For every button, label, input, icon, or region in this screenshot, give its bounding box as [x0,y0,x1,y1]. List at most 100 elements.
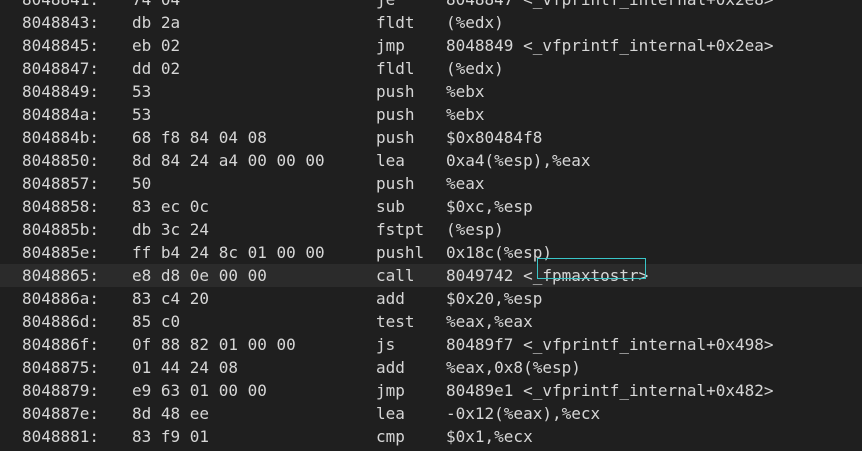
mnemonic: call [376,266,415,285]
instruction-line[interactable]: 804886f: 0f 88 82 01 00 00 js 80489f7 <_vfp… [0,333,862,356]
opcode-bytes: 0f 88 82 01 00 00 [132,335,296,354]
opcode-bytes: 01 44 24 08 [132,358,238,377]
mnemonic: lea [376,404,405,423]
operands: 0x18c(%esp) [446,243,552,262]
instruction-line[interactable]: 804886a: 83 c4 20 add $0x20,%esp [0,287,862,310]
mnemonic: push [376,174,415,193]
instruction-line[interactable]: 804885e: ff b4 24 8c 01 00 00 pushl 0x18c(%… [0,241,862,264]
operands: %ebx [446,82,485,101]
mnemonic: fstpt [376,220,425,239]
operands: $0x1,%ecx [446,427,533,446]
opcode-bytes: 68 f8 84 04 08 [132,128,267,147]
mnemonic: js [376,335,396,354]
mnemonic: sub [376,197,405,216]
instruction-line[interactable]: 8048857: 50 push %eax [0,172,862,195]
mnemonic: je [376,0,395,11]
instruction-line[interactable]: 8048841: 74 04 je 8048847 <_vfprintf_intern… [0,0,862,11]
address: 804884b: [22,128,100,147]
instruction-line[interactable]: 8048845: eb 02 jmp 8048849 <_vfprintf_inter… [0,34,862,57]
operands: %eax [446,174,485,193]
opcode-bytes: 53 [132,82,152,101]
mnemonic: push [376,128,415,147]
opcode-bytes: e9 63 01 00 00 [132,381,267,400]
operands: (%edx) [446,59,504,78]
opcode-bytes: dd 02 [132,59,181,78]
address: 8048843: [22,13,100,32]
instruction-line[interactable]: 804884a: 53 push %ebx [0,103,862,126]
address: 8048875: [22,358,100,377]
operands: (%edx) [446,13,504,32]
mnemonic: jmp [376,381,405,400]
address: 8048849: [22,82,100,101]
operands: 8048849 <_vfprintf_internal+0x2ea> [446,36,774,55]
opcode-bytes: 8d 48 ee [132,404,210,423]
address: 804886a: [22,289,100,308]
address: 804887e: [22,404,100,423]
opcode-bytes: ff b4 24 8c 01 00 00 [132,243,325,262]
operands: %eax,%eax [446,312,533,331]
opcode-bytes: 83 c4 20 [132,289,210,308]
opcode-bytes: 53 [132,105,152,124]
instruction-line[interactable]: 804887e: 8d 48 ee lea -0x12(%eax),%ecx [0,402,862,425]
mnemonic: fldt [376,13,415,32]
mnemonic: pushl [376,243,425,262]
opcode-bytes: 83 ec 0c [132,197,210,216]
opcode-bytes: 83 f9 01 [132,427,210,446]
address: 8048845: [22,36,100,55]
operands: $0x80484f8 [446,128,543,147]
instruction-line[interactable]: 8048879: e9 63 01 00 00 jmp 80489e1 <_vfpri… [0,379,862,402]
opcode-bytes: eb 02 [132,36,181,55]
instruction-line[interactable]: 804884b: 68 f8 84 04 08 push $0x80484f8 [0,126,862,149]
mnemonic: test [376,312,415,331]
operands: $0xc,%esp [446,197,533,216]
mnemonic: add [376,289,405,308]
operands: 8049742 <_fpmaxtostr> [446,266,649,285]
address: 804885b: [22,220,100,239]
instruction-line[interactable]: 8048875: 01 44 24 08 add %eax,0x8(%esp) [0,356,862,379]
mnemonic: push [376,82,415,101]
current-instruction-line[interactable]: 8048865: e8 d8 0e 00 00 call 8049742 <_fpma… [0,264,862,287]
address: 8048858: [22,197,100,216]
instruction-line[interactable]: 8048849: 53 push %ebx [0,80,862,103]
operands: %eax,0x8(%esp) [446,358,581,377]
opcode-bytes: 74 04 [132,0,180,11]
mnemonic: push [376,105,415,124]
instruction-line[interactable]: 804885b: db 3c 24 fstpt (%esp) [0,218,862,241]
opcode-bytes: 50 [132,174,152,193]
instruction-line[interactable]: 8048843: db 2a fldt (%edx) [0,11,862,34]
instruction-line[interactable]: 8048858: 83 ec 0c sub $0xc,%esp [0,195,862,218]
address: 8048847: [22,59,100,78]
address: 8048841: [22,0,99,11]
address: 8048879: [22,381,100,400]
mnemonic: add [376,358,405,377]
instruction-line[interactable]: 8048847: dd 02 fldl (%edx) [0,57,862,80]
instruction-line[interactable]: 8048850: 8d 84 24 a4 00 00 00 lea 0xa4(%esp… [0,149,862,172]
opcode-bytes: db 3c 24 [132,220,210,239]
address: 804885e: [22,243,100,262]
operands: -0x12(%eax),%ecx [446,404,601,423]
opcode-bytes: db 2a [132,13,181,32]
address: 804886f: [22,335,100,354]
address: 8048857: [22,174,100,193]
operands: %ebx [446,105,485,124]
operands: 0xa4(%esp),%eax [446,151,591,170]
mnemonic: lea [376,151,405,170]
operands: (%esp) [446,220,504,239]
opcode-bytes: 85 c0 [132,312,181,331]
mnemonic: cmp [376,427,405,446]
disassembly-view[interactable]: 8048841: 74 04 je 8048847 <_vfprintf_intern… [0,0,862,451]
operands: $0x20,%esp [446,289,543,308]
address: 8048850: [22,151,100,170]
address: 8048865: [22,266,100,285]
operands: 8048847 <_vfprintf_internal+0x2e8> [446,0,774,11]
address: 804884a: [22,105,100,124]
instruction-line[interactable]: 804886d: 85 c0 test %eax,%eax [0,310,862,333]
mnemonic: jmp [376,36,405,55]
instruction-line[interactable]: 8048881: 83 f9 01 cmp $0x1,%ecx [0,425,862,448]
mnemonic: fldl [376,59,415,78]
opcode-bytes: e8 d8 0e 00 00 [132,266,267,285]
address: 8048881: [22,427,100,446]
operands: 80489e1 <_vfprintf_internal+0x482> [446,381,774,400]
opcode-bytes: 8d 84 24 a4 00 00 00 [132,151,325,170]
operands: 80489f7 <_vfprintf_internal+0x498> [446,335,774,354]
